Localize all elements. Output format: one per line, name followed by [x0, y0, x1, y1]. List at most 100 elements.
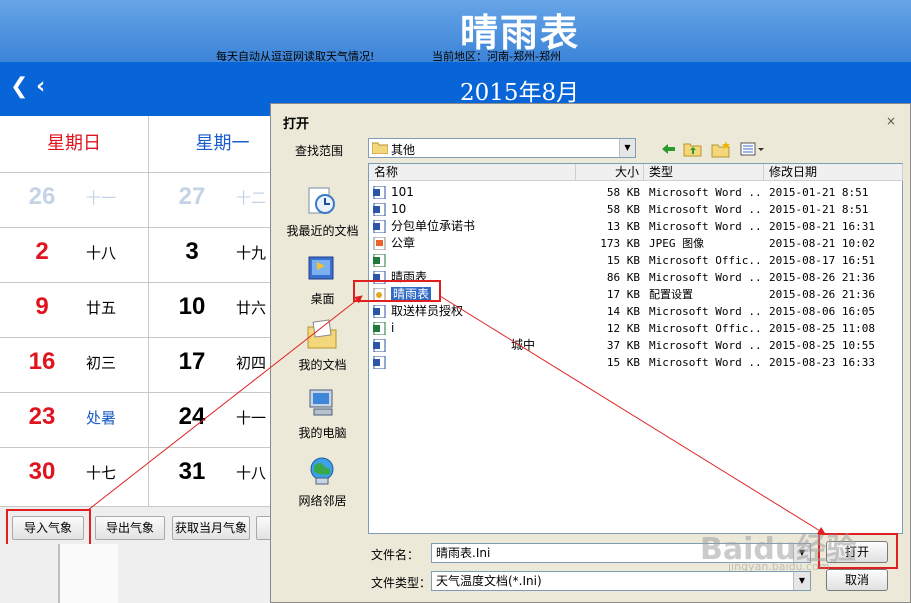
lower-area	[0, 544, 300, 603]
file-date: 2015-08-26 21:36	[769, 288, 875, 301]
place-my-computer[interactable]: 我的电脑	[281, 386, 364, 450]
chevron-down-icon[interactable]: ▼	[793, 572, 810, 590]
file-type: 配置设置	[649, 288, 693, 301]
day-cell[interactable]: 27	[162, 183, 222, 211]
file-row[interactable]: 10 58 KB Microsoft Word ... 2015-01-21 8…	[369, 201, 903, 218]
file-type: Microsoft Word ...	[649, 356, 764, 369]
up-folder-icon[interactable]	[683, 140, 703, 158]
place-desktop[interactable]: 桌面	[281, 252, 364, 316]
file-row[interactable]: 分包单位承诺书 13 KB Microsoft Word ... 2015-08…	[369, 218, 903, 235]
word-doc-icon	[373, 305, 386, 318]
file-list: 名称 大小 类型 修改日期 101 58 KB Microsoft Word .…	[368, 163, 903, 534]
place-label: 我的文档	[298, 358, 347, 372]
file-name: 10	[391, 202, 407, 216]
lookin-label: 查找范围	[295, 144, 344, 158]
annotation-box-import	[6, 509, 91, 549]
file-row[interactable]: 101 58 KB Microsoft Word ... 2015-01-21 …	[369, 184, 903, 201]
recent-documents-icon	[308, 187, 335, 214]
day-cell[interactable]: 2	[12, 238, 72, 266]
day-cell[interactable]: 30	[12, 458, 72, 486]
place-network[interactable]: 网络邻居	[281, 454, 364, 518]
lunar-date: 初三	[86, 354, 117, 372]
lunar-date: 十一	[86, 189, 117, 207]
word-doc-icon	[373, 356, 386, 369]
word-doc-icon	[373, 339, 386, 352]
day-cell[interactable]: 31	[162, 458, 222, 486]
lunar-date: 廿五	[86, 299, 117, 317]
file-row[interactable]: 15 KB Microsoft Word ... 2015-08-23 16:3…	[369, 354, 903, 371]
new-folder-icon[interactable]	[711, 140, 731, 158]
word-doc-icon	[373, 220, 386, 233]
weekday-header-sunday: 星期日	[47, 133, 101, 154]
file-row[interactable]: 15 KB Microsoft Offic... 2015-08-17 16:5…	[369, 252, 903, 269]
desktop-icon	[308, 256, 334, 280]
day-cell[interactable]: 24	[162, 403, 222, 431]
file-name: 分包单位承诺书	[391, 219, 476, 233]
filetype-select[interactable]: 天气温度文档(*.Ini)	[431, 571, 811, 591]
day-cell[interactable]: 16	[12, 348, 72, 376]
view-menu-icon[interactable]	[739, 140, 765, 158]
calendar-week-row: 30 十七 31 十八	[0, 447, 300, 502]
prev-month-button[interactable]: ❮ ‹	[10, 74, 45, 99]
file-date: 2015-01-21 8:51	[769, 186, 869, 199]
file-row[interactable]: 公章 173 KB JPEG 图像 2015-08-21 10:02	[369, 235, 903, 252]
column-header-name[interactable]: 名称	[369, 164, 576, 181]
file-size: 58 KB	[606, 203, 640, 216]
file-size: 86 KB	[606, 271, 640, 284]
baidu-watermark-url: jingyan.baidu.com	[728, 560, 830, 573]
column-header-size[interactable]: 大小	[576, 164, 644, 181]
calendar-grid: 星期日 星期一 26 十一 27 十二 2 十八 3 十九 9 廿五 10 廿六…	[0, 116, 300, 506]
file-date: 2015-08-17 16:51	[769, 254, 875, 267]
column-header-type[interactable]: 类型	[644, 164, 764, 181]
excel-file-icon	[373, 254, 386, 267]
my-documents-icon	[307, 319, 337, 349]
place-label: 我的电脑	[298, 426, 347, 440]
file-date: 2015-08-21 16:31	[769, 220, 875, 233]
file-row[interactable]: 晴雨表 86 KB Microsoft Word ... 2015-08-26 …	[369, 269, 903, 286]
day-cell[interactable]: 23	[12, 403, 72, 431]
file-date: 2015-08-25 11:08	[769, 322, 875, 335]
file-row[interactable]: 城中 37 KB Microsoft Word ... 2015-08-25 1…	[369, 337, 903, 354]
file-name: i	[391, 321, 395, 335]
file-row[interactable]: 取送样员授权 14 KB Microsoft Word ... 2015-08-…	[369, 303, 903, 320]
cancel-button[interactable]: 取消	[826, 569, 888, 591]
solar-term: 处暑	[86, 409, 117, 427]
file-name: 公章	[391, 236, 416, 250]
file-row-selected[interactable]: 晴雨表 17 KB 配置设置 2015-08-26 21:36	[369, 286, 903, 303]
chevron-down-icon[interactable]: ▼	[619, 139, 635, 157]
word-doc-icon	[373, 203, 386, 216]
lookin-dropdown[interactable]: 其他 ▼	[368, 138, 636, 158]
lunar-date: 十九	[236, 244, 267, 262]
place-my-documents[interactable]: 我的文档	[281, 318, 364, 382]
day-cell[interactable]: 17	[162, 348, 222, 376]
place-label: 我最近的文档	[286, 224, 359, 238]
filetype-label: 文件类型：	[371, 576, 432, 590]
export-weather-button[interactable]: 导出气象	[95, 516, 165, 540]
lunar-date: 初四	[236, 354, 267, 372]
column-header-date[interactable]: 修改日期	[764, 164, 903, 181]
place-label: 网络邻居	[298, 494, 347, 508]
lunar-date: 十一	[236, 409, 267, 427]
calendar-week-row: 23 处暑 24 十一	[0, 392, 300, 447]
day-cell[interactable]: 10	[162, 293, 222, 321]
month-title: 2015年8月	[460, 80, 580, 106]
folder-icon	[372, 142, 388, 154]
day-cell[interactable]: 3	[162, 238, 222, 266]
back-arrow-icon[interactable]	[659, 140, 679, 158]
lunar-date: 廿六	[236, 299, 267, 317]
close-icon[interactable]: ×	[884, 114, 898, 128]
file-date: 2015-08-26 21:36	[769, 271, 875, 284]
day-cell[interactable]: 26	[12, 183, 72, 211]
file-type: Microsoft Word ...	[649, 271, 764, 284]
file-row[interactable]: i 12 KB Microsoft Offic... 2015-08-25 11…	[369, 320, 903, 337]
file-size: 17 KB	[606, 288, 640, 301]
day-cell[interactable]: 9	[12, 293, 72, 321]
my-computer-icon	[309, 389, 333, 416]
place-recent[interactable]: 我最近的文档	[281, 184, 364, 248]
filename-label: 文件名：	[371, 548, 420, 562]
fetch-month-weather-button[interactable]: 获取当月气象	[172, 516, 250, 540]
file-name: 城中	[511, 338, 536, 352]
network-places-icon	[310, 457, 334, 485]
file-date: 2015-08-23 16:33	[769, 356, 875, 369]
lunar-date: 十八	[236, 464, 267, 482]
